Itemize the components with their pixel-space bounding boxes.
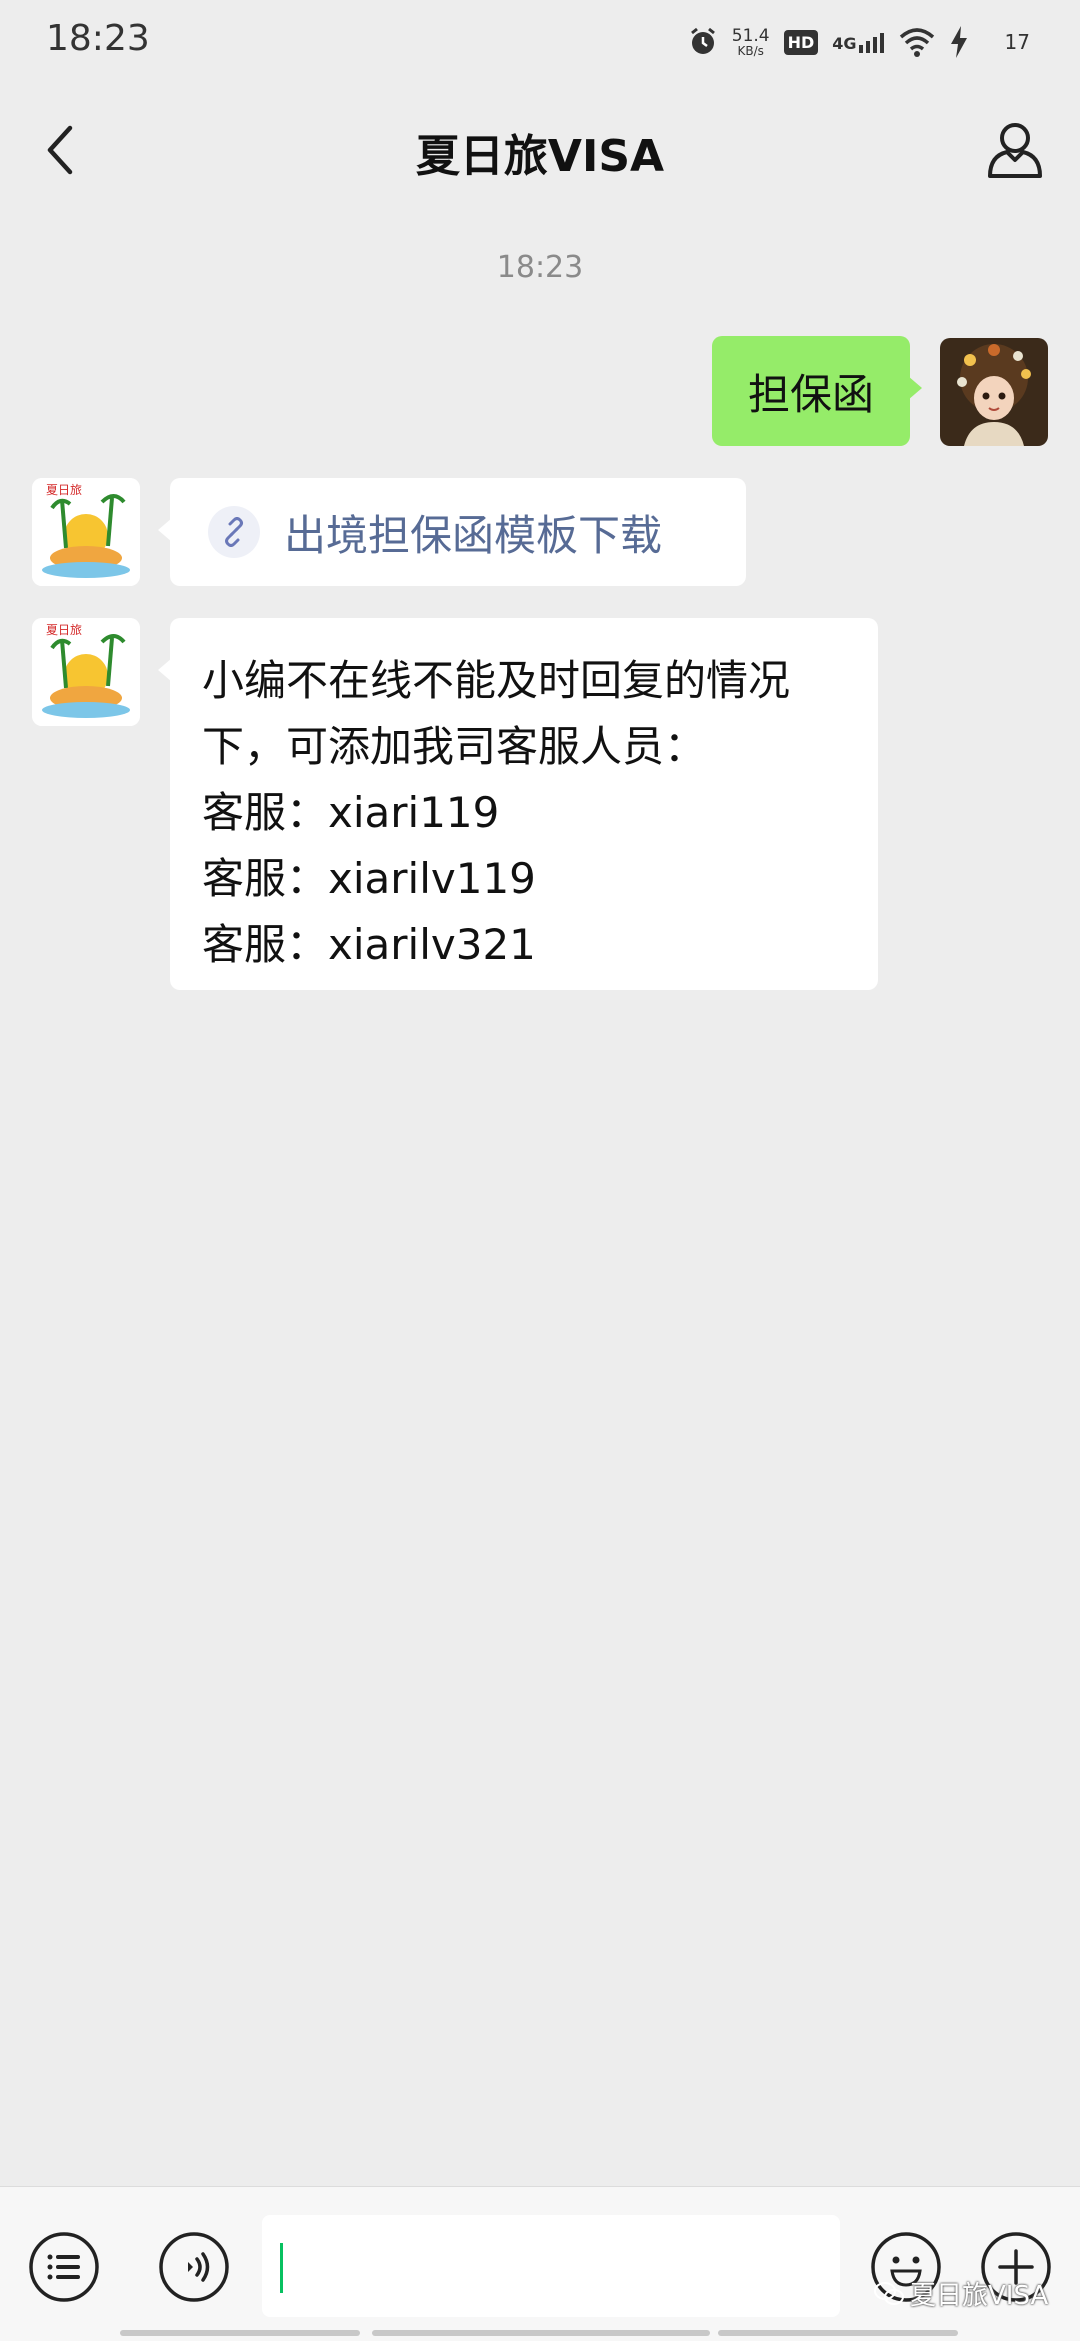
list-menu-icon xyxy=(29,2232,99,2302)
text-message-line: 客服：xiarilv119 xyxy=(202,854,536,903)
sent-message-text: 担保函 xyxy=(747,369,874,419)
link-message-text: 出境担保函模板下载 xyxy=(284,510,663,560)
avatar-logo-text: 夏日旅 xyxy=(46,623,82,637)
cellular-signal: 4G xyxy=(832,31,884,53)
watermark-text: 夏日旅VISA xyxy=(910,2281,1049,2311)
profile-button[interactable] xyxy=(980,114,1050,184)
nav-gesture-bar xyxy=(372,2330,710,2336)
text-message-bubble[interactable]: 小编不在线不能及时回复的情况 下，可添加我司客服人员： 客服：xiari119 … xyxy=(158,618,878,990)
network-type: 4G xyxy=(832,34,857,53)
menu-button[interactable] xyxy=(28,2231,100,2303)
net-speed-unit: KB/s xyxy=(737,43,764,58)
status-icons: 51.4 KB/s HD 4G 17 xyxy=(688,20,1030,64)
text-message-line: 小编不在线不能及时回复的情况 xyxy=(202,656,791,705)
nav-gesture-bar xyxy=(718,2330,958,2336)
net-speed-value: 51.4 xyxy=(731,25,770,46)
signal-bars-icon xyxy=(858,33,884,53)
chat-header: 夏日旅VISA xyxy=(0,84,1080,216)
person-icon xyxy=(988,123,1042,178)
text-message-line: 客服：xiarilv321 xyxy=(202,920,536,969)
status-bar: 18:23 51.4 KB/s HD 4G 17 xyxy=(0,0,1080,84)
battery-level: 17 xyxy=(1004,30,1030,54)
charging-bolt-icon xyxy=(950,26,967,58)
status-time: 18:23 xyxy=(46,18,150,59)
text-caret xyxy=(280,2243,283,2293)
alarm-icon xyxy=(690,27,715,54)
link-message-bubble[interactable]: 出境担保函模板下载 xyxy=(158,478,746,586)
wechat-logo-icon xyxy=(874,2281,904,2305)
official-account-avatar[interactable]: 夏日旅 xyxy=(32,618,140,726)
link-icon xyxy=(208,506,260,558)
nav-gesture-bar xyxy=(120,2330,360,2336)
wifi-icon xyxy=(899,28,934,57)
official-account-avatar[interactable]: 夏日旅 xyxy=(32,478,140,586)
sent-message-bubble[interactable]: 担保函 xyxy=(711,336,923,446)
input-bar: 夏日旅VISA xyxy=(0,2186,1080,2341)
text-message-line: 下，可添加我司客服人员： xyxy=(202,722,707,771)
chat-title: 夏日旅VISA xyxy=(415,131,665,182)
voice-button[interactable] xyxy=(158,2231,230,2303)
message-input[interactable] xyxy=(262,2215,840,2317)
hd-badge: HD xyxy=(783,29,819,55)
message-timestamp: 18:23 xyxy=(496,250,584,285)
text-message-line: 客服：xiari119 xyxy=(202,788,500,837)
my-avatar[interactable] xyxy=(940,338,1048,446)
net-speed: 51.4 KB/s xyxy=(731,25,770,58)
voice-icon xyxy=(159,2232,229,2302)
watermark: 夏日旅VISA xyxy=(874,2275,1048,2312)
avatar-logo-text: 夏日旅 xyxy=(46,483,82,497)
